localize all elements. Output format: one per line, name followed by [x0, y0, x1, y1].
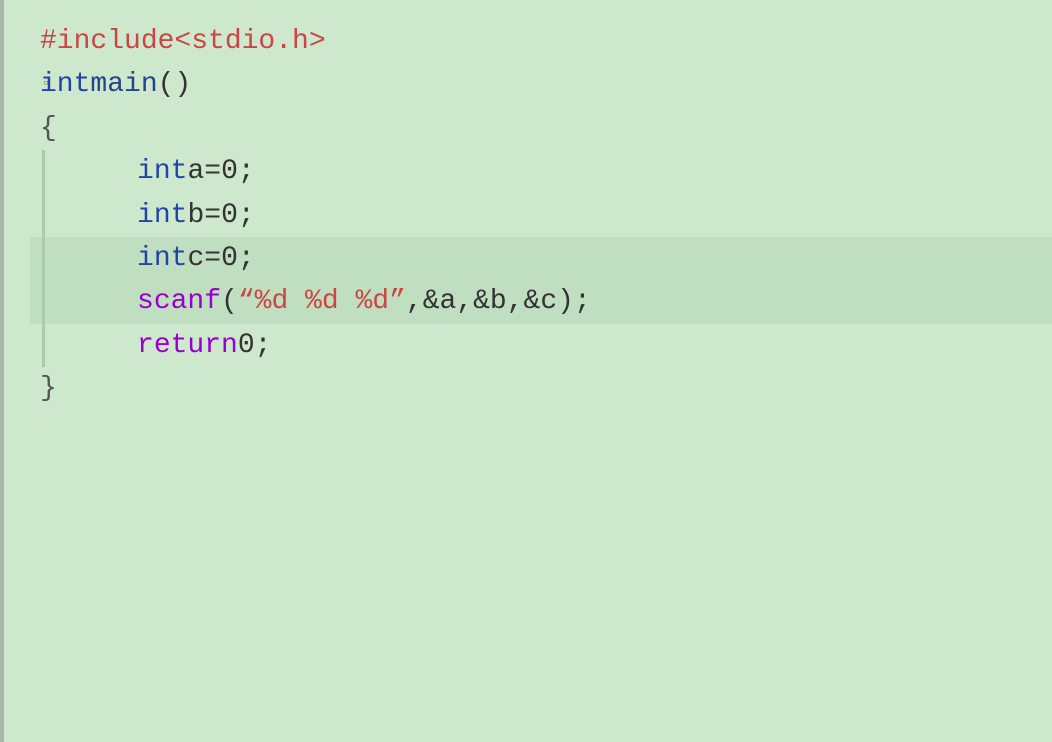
- collapse-icon-2[interactable]: ▫: [42, 74, 50, 96]
- token-4-6: 0: [221, 150, 238, 193]
- indent-bar-6: [42, 237, 45, 280]
- token-7-12: ): [557, 280, 574, 323]
- indent-bar-7: [42, 280, 45, 323]
- token-7-11: &c: [524, 280, 558, 323]
- token-2-3: (): [158, 63, 192, 106]
- token-4-0: int: [137, 150, 187, 193]
- token-7-6: ,: [456, 280, 473, 323]
- indent-space-7: [53, 280, 137, 323]
- token-3-0: {: [40, 107, 57, 150]
- token-8-3: ;: [255, 324, 272, 367]
- code-container: #include <stdio.h>▫int main(){ int a = 0…: [0, 20, 1052, 411]
- token-1-2: <stdio.h>: [174, 20, 325, 63]
- token-8-2: 0: [238, 324, 255, 367]
- token-7-8: &b: [473, 280, 507, 323]
- code-line-5: int b = 0;: [30, 194, 1052, 237]
- line-gutter-2: ▫: [30, 74, 50, 96]
- token-6-4: =: [204, 237, 221, 280]
- code-line-7: scanf(“%d %d %d”, &a, &b, &c);: [30, 280, 1052, 323]
- token-6-0: int: [137, 237, 187, 280]
- token-7-3: ,: [406, 280, 423, 323]
- token-4-2: a: [187, 150, 204, 193]
- token-9-0: }: [40, 367, 57, 410]
- token-1-0: #include: [40, 20, 174, 63]
- indent-bar-8: [42, 324, 45, 367]
- token-5-7: ;: [238, 194, 255, 237]
- token-6-6: 0: [221, 237, 238, 280]
- token-7-5: &a: [423, 280, 457, 323]
- indent-space-8: [53, 324, 137, 367]
- token-4-7: ;: [238, 150, 255, 193]
- code-line-3: {: [30, 107, 1052, 150]
- token-5-2: b: [187, 194, 204, 237]
- indent-bar-4: [42, 150, 45, 193]
- token-7-0: scanf: [137, 280, 221, 323]
- token-7-2: “%d %d %d”: [238, 280, 406, 323]
- token-6-7: ;: [238, 237, 255, 280]
- token-5-6: 0: [221, 194, 238, 237]
- code-line-2: ▫int main(): [30, 63, 1052, 106]
- token-2-2: main: [90, 63, 157, 106]
- token-5-0: int: [137, 194, 187, 237]
- token-5-4: =: [204, 194, 221, 237]
- token-8-0: return: [137, 324, 238, 367]
- indent-bar-5: [42, 194, 45, 237]
- token-6-2: c: [187, 237, 204, 280]
- indent-space-5: [53, 194, 137, 237]
- code-line-9: }: [30, 367, 1052, 410]
- indent-space-4: [53, 150, 137, 193]
- code-line-1: #include <stdio.h>: [30, 20, 1052, 63]
- token-7-13: ;: [574, 280, 591, 323]
- code-line-6: int c = 0;: [30, 237, 1052, 280]
- token-7-9: ,: [507, 280, 524, 323]
- code-editor: #include <stdio.h>▫int main(){ int a = 0…: [0, 0, 1052, 742]
- indent-space-6: [53, 237, 137, 280]
- token-4-4: =: [204, 150, 221, 193]
- token-7-1: (: [221, 280, 238, 323]
- code-line-8: return 0;: [30, 324, 1052, 367]
- code-line-4: int a = 0;: [30, 150, 1052, 193]
